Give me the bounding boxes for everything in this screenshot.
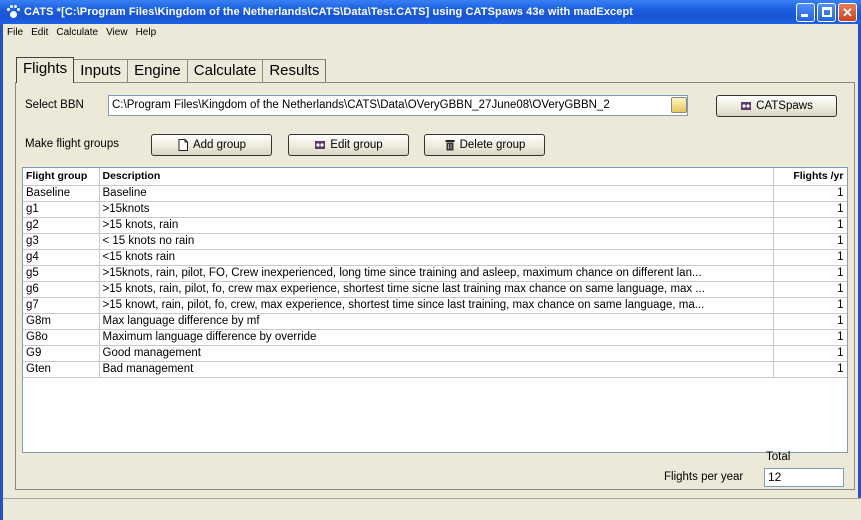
empty-table-row	[23, 409, 847, 425]
description-cell[interactable]: Baseline	[99, 185, 774, 202]
flights-per-year-cell[interactable]: 1	[773, 201, 847, 218]
flight-group-cell[interactable]: Baseline	[23, 185, 100, 202]
flights-per-year-cell[interactable]: 1	[773, 329, 847, 346]
description-cell[interactable]: < 15 knots no rain	[99, 233, 774, 250]
menu-view[interactable]: View	[102, 27, 132, 38]
description-cell[interactable]: Maximum language difference by override	[99, 329, 774, 346]
flights-per-year-cell[interactable]: 1	[773, 249, 847, 266]
flight-group-cell[interactable]: g1	[23, 201, 100, 218]
flight-group-cell[interactable]: g4	[23, 249, 100, 266]
flight-groups-table: Flight group Description Flights /yr Bas…	[22, 167, 848, 453]
catspaws-button[interactable]: CATSpaws	[716, 95, 837, 117]
flights-per-year-cell[interactable]: 1	[773, 265, 847, 282]
tab-calculate[interactable]: Calculate	[186, 59, 264, 83]
tab-inputs[interactable]: Inputs	[73, 59, 129, 83]
flights-per-year-cell[interactable]: 1	[773, 281, 847, 298]
flights-per-year-total-field: 12	[764, 468, 844, 487]
close-button[interactable]: ✕	[838, 3, 857, 22]
table-row[interactable]: Baseline Baseline 1	[23, 185, 847, 202]
flights-per-year-cell[interactable]: 1	[773, 217, 847, 234]
maximize-icon	[822, 7, 832, 17]
edit-group-label: Edit group	[330, 139, 383, 151]
tab-strip: Flights Inputs Engine Calculate Results	[16, 57, 327, 83]
flight-group-cell[interactable]: g2	[23, 217, 100, 234]
make-flight-groups-label: Make flight groups	[25, 138, 119, 150]
total-label: Total	[766, 451, 791, 463]
cats-main-window: CATS *[C:\Program Files\Kingdom of the N…	[0, 0, 861, 520]
select-bbn-label: Select BBN	[25, 99, 84, 111]
tab-engine[interactable]: Engine	[127, 59, 188, 83]
menu-bar: File Edit Calculate View Help	[3, 24, 160, 40]
menu-help[interactable]: Help	[132, 27, 161, 38]
flight-group-cell[interactable]: g5	[23, 265, 100, 282]
menu-file[interactable]: File	[3, 27, 27, 38]
delete-group-label: Delete group	[459, 139, 526, 151]
table-row[interactable]: g6 >15 knots, rain, pilot, fo, crew max e…	[23, 281, 847, 298]
flights-per-year-cell[interactable]: 1	[773, 297, 847, 314]
description-cell[interactable]: >15 knots, rain	[99, 217, 774, 234]
flights-per-year-cell[interactable]: 1	[773, 233, 847, 250]
empty-table-row	[23, 393, 847, 409]
header-description[interactable]: Description	[99, 168, 774, 186]
minimize-icon	[801, 14, 808, 17]
description-cell[interactable]: >15 knowt, rain, pilot, fo, crew, max ex…	[99, 297, 774, 314]
table-row[interactable]: G8m Max language difference by mf 1	[23, 313, 847, 330]
add-group-button[interactable]: Add group	[151, 134, 272, 156]
flights-per-year-cell[interactable]: 1	[773, 345, 847, 362]
flights-panel: Select BBN C:\Program Files\Kingdom of t…	[15, 82, 855, 490]
table-row[interactable]: G9 Good management 1	[23, 345, 847, 362]
description-cell[interactable]: >15knots, rain, pilot, FO, Crew inexperi…	[99, 265, 774, 282]
add-group-label: Add group	[192, 139, 247, 151]
table-row[interactable]: g3 < 15 knots no rain 1	[23, 233, 847, 250]
table-row[interactable]: g1 >15knots 1	[23, 201, 847, 218]
table-row[interactable]: G8o Maximum language difference by overri…	[23, 329, 847, 346]
folder-open-icon[interactable]	[671, 97, 687, 113]
window-title: CATS *[C:\Program Files\Kingdom of the N…	[24, 6, 634, 18]
menu-edit[interactable]: Edit	[27, 27, 52, 38]
description-cell[interactable]: >15knots	[99, 201, 774, 218]
new-document-icon	[177, 139, 189, 151]
description-cell[interactable]: <15 knots rain	[99, 249, 774, 266]
status-bar	[3, 498, 861, 520]
edit-group-button[interactable]: Edit group	[288, 134, 409, 156]
bbn-path-field[interactable]: C:\Program Files\Kingdom of the Netherla…	[108, 95, 688, 116]
table-row[interactable]: g4 <15 knots rain 1	[23, 249, 847, 266]
close-icon: ✕	[842, 5, 853, 20]
flights-per-year-cell[interactable]: 1	[773, 361, 847, 378]
flights-per-year-label: Flights per year	[664, 471, 744, 483]
flight-group-cell[interactable]: G8m	[23, 313, 100, 330]
header-flights-per-year[interactable]: Flights /yr	[773, 168, 847, 186]
minimize-button[interactable]	[796, 3, 815, 22]
table-row[interactable]: g2 >15 knots, rain 1	[23, 217, 847, 234]
flights-per-year-cell[interactable]: 1	[773, 313, 847, 330]
trash-icon	[444, 139, 456, 151]
table-row[interactable]: Gten Bad management 1	[23, 361, 847, 378]
edit-icon	[314, 139, 326, 151]
tab-results[interactable]: Results	[262, 59, 327, 83]
description-cell[interactable]: >15 knots, rain, pilot, fo, crew max exp…	[99, 281, 774, 298]
description-cell[interactable]: Bad management	[99, 361, 774, 378]
flight-group-cell[interactable]: g6	[23, 281, 100, 298]
flight-group-cell[interactable]: Gten	[23, 361, 100, 378]
flight-group-cell[interactable]: G9	[23, 345, 100, 362]
flight-group-cell[interactable]: G8o	[23, 329, 100, 346]
maximize-button[interactable]	[817, 3, 836, 22]
flight-group-cell[interactable]: g7	[23, 297, 100, 314]
header-flight-group[interactable]: Flight group	[23, 168, 100, 186]
table-header-row: Flight group Description Flights /yr	[23, 168, 847, 186]
description-cell[interactable]: Max language difference by mf	[99, 313, 774, 330]
paw-icon	[6, 5, 20, 19]
catspaws-label: CATSpaws	[756, 100, 813, 112]
description-cell[interactable]: Good management	[99, 345, 774, 362]
menu-calculate[interactable]: Calculate	[52, 27, 102, 38]
table-row[interactable]: g5 >15knots, rain, pilot, FO, Crew inexpe…	[23, 265, 847, 282]
title-bar[interactable]: CATS *[C:\Program Files\Kingdom of the N…	[0, 0, 861, 24]
empty-table-row	[23, 377, 847, 393]
tab-flights[interactable]: Flights	[16, 57, 75, 83]
delete-group-button[interactable]: Delete group	[424, 134, 545, 156]
flight-group-cell[interactable]: g3	[23, 233, 100, 250]
paw-icon	[740, 100, 752, 112]
table-row[interactable]: g7 >15 knowt, rain, pilot, fo, crew, max …	[23, 297, 847, 314]
flights-per-year-cell[interactable]: 1	[773, 185, 847, 202]
